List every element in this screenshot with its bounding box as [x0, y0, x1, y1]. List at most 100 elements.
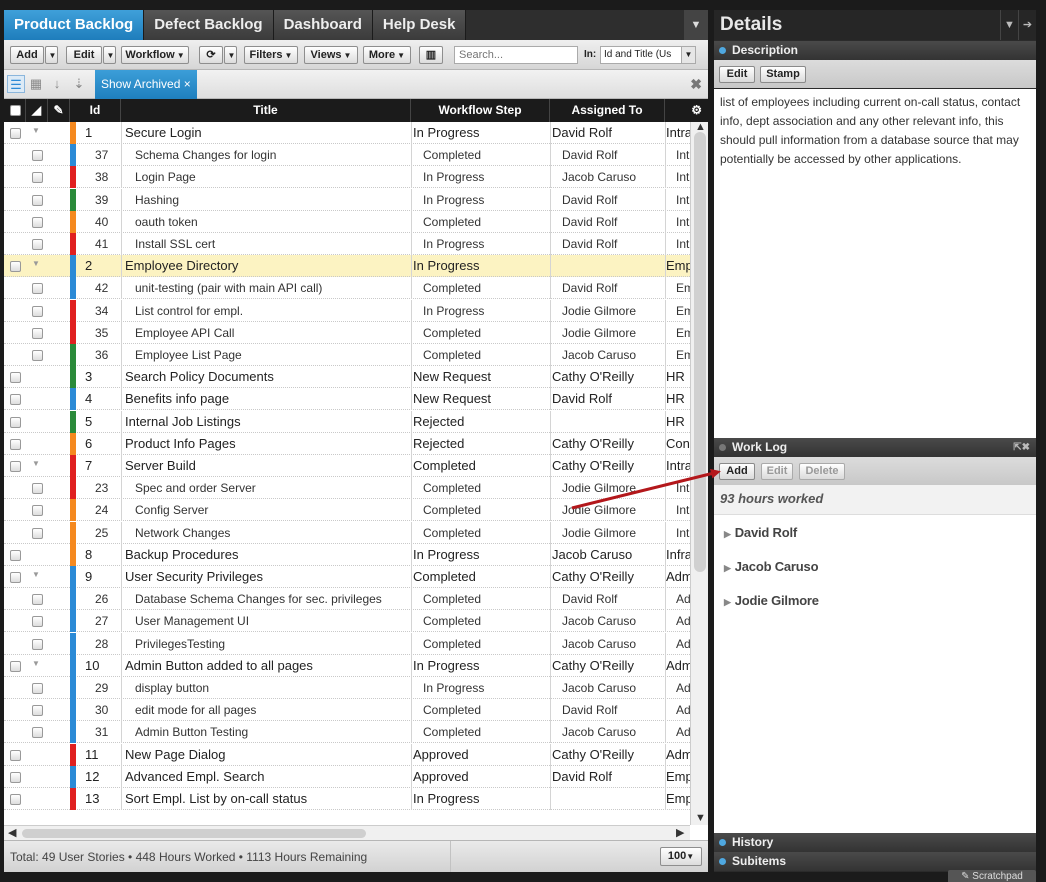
table-row[interactable]: 3 Search Policy Documents New Request Cathy… — [4, 366, 690, 389]
description-section-header[interactable]: Description — [714, 41, 1036, 60]
table-row[interactable]: 8 Backup Procedures In Progress Jacob Carus… — [4, 543, 690, 566]
row-checkbox[interactable] — [32, 350, 43, 361]
row-title[interactable]: Admin Button added to all pages — [125, 655, 407, 677]
expand-toggle-icon[interactable]: ▼ — [32, 570, 40, 579]
row-checkbox[interactable] — [10, 461, 21, 472]
edit-button[interactable]: Edit — [66, 46, 102, 64]
list-view-icon[interactable]: ☰ — [7, 75, 25, 93]
row-checkbox[interactable] — [32, 505, 43, 517]
search-input[interactable] — [454, 46, 578, 64]
table-row[interactable]: ▼ 2 Employee Directory In Progress Emp — [4, 255, 690, 278]
scroll-left-icon[interactable]: ◀ — [8, 826, 16, 839]
table-row[interactable]: ▼ 10 Admin Button added to all pages In Pro… — [4, 654, 690, 677]
table-row[interactable]: ▼ 7 Server Build Completed Cathy O'Reilly Int… — [4, 455, 690, 477]
row-checkbox[interactable] — [10, 394, 21, 406]
table-row[interactable]: 37 Schema Changes for login Completed David… — [4, 144, 690, 167]
search-scope-select[interactable]: Id and Title (Us ▼ — [600, 46, 696, 64]
chart-button[interactable]: ▥ — [419, 46, 443, 64]
close-icon[interactable]: ✖ — [690, 76, 702, 93]
worklog-delete-button[interactable]: Delete — [799, 463, 845, 480]
select-all-checkbox-cell[interactable] — [4, 99, 26, 122]
row-checkbox[interactable] — [32, 616, 43, 628]
column-header-workflow-step[interactable]: Workflow Step — [411, 99, 550, 122]
worklog-section-header[interactable]: Work Log ⇱✖ — [714, 438, 1036, 457]
filter-icon[interactable]: ▼ — [684, 10, 708, 40]
row-title[interactable]: Employee Directory — [125, 255, 407, 277]
row-title[interactable]: Employee List Page — [135, 344, 407, 366]
tab-help-desk[interactable]: Help Desk — [372, 10, 467, 40]
row-title[interactable]: oauth token — [135, 211, 407, 233]
workflow-button[interactable]: Workflow ▼ — [121, 46, 189, 64]
row-checkbox[interactable] — [32, 283, 43, 295]
row-title[interactable]: edit mode for all pages — [135, 699, 407, 721]
row-checkbox[interactable] — [32, 239, 43, 250]
table-row[interactable]: 23 Spec and order Server Completed Jodie Gi… — [4, 477, 690, 500]
row-checkbox[interactable] — [32, 705, 43, 717]
row-title[interactable]: Sort Empl. List by on-call status — [125, 788, 407, 810]
refresh-dropdown-button[interactable]: ▼ — [224, 46, 237, 64]
row-checkbox[interactable] — [10, 794, 21, 805]
tab-defect-backlog[interactable]: Defect Backlog — [144, 10, 274, 40]
grid-view-icon[interactable]: ▦ — [27, 75, 45, 93]
scroll-right-icon[interactable]: ▶ — [676, 826, 684, 839]
table-row[interactable]: 29 display button In Progress Jacob Caruso A… — [4, 677, 690, 699]
row-title[interactable]: Secure Login — [125, 122, 407, 144]
collapse-arrow-icon[interactable]: ➔ — [1018, 10, 1036, 40]
table-row[interactable]: 27 User Management UI Completed Jacob Carus… — [4, 610, 690, 633]
table-row[interactable]: 4 Benefits info page New Request David Rolf… — [4, 388, 690, 411]
table-row[interactable]: 6 Product Info Pages Rejected Cathy O'Reill… — [4, 432, 690, 455]
row-checkbox[interactable] — [32, 594, 43, 606]
sort-down-icon[interactable]: ↓ — [48, 75, 66, 93]
row-title[interactable]: Install SSL cert — [135, 233, 407, 255]
row-title[interactable]: Search Policy Documents — [125, 366, 407, 388]
table-row[interactable]: 24 Config Server Completed Jodie Gilmore Int — [4, 499, 690, 522]
row-title[interactable]: Network Changes — [135, 522, 407, 544]
filter-icon[interactable]: ▼ — [1000, 10, 1018, 40]
row-title[interactable]: Employee API Call — [135, 322, 407, 344]
expand-toggle-icon[interactable]: ▼ — [32, 259, 40, 268]
table-row[interactable]: 34 List control for empl. In Progress Jodie… — [4, 299, 690, 322]
scroll-down-icon[interactable]: ▼ — [695, 812, 706, 824]
table-row[interactable]: 35 Employee API Call Completed Jodie Gilmor… — [4, 321, 690, 344]
row-title[interactable]: Schema Changes for login — [135, 144, 407, 166]
history-section-header[interactable]: History — [714, 833, 1036, 852]
tab-product-backlog[interactable]: Product Backlog — [4, 10, 145, 40]
subitems-section-header[interactable]: Subitems — [714, 852, 1036, 871]
table-row[interactable]: 36 Employee List Page Completed Jacob Carus… — [4, 344, 690, 366]
worklog-person-david-rolf[interactable]: ▶ David Rolf — [724, 525, 797, 540]
row-checkbox[interactable] — [32, 194, 43, 206]
table-row[interactable]: 38 Login Page In Progress Jacob Caruso Int — [4, 166, 690, 189]
row-title[interactable]: Config Server — [135, 499, 407, 521]
table-row[interactable]: 11 New Page Dialog Approved Cathy O'Reilly A… — [4, 743, 690, 766]
table-row[interactable]: 42 unit-testing (pair with main API call)… — [4, 277, 690, 300]
table-row[interactable]: 40 oauth token Completed David Rolf Int — [4, 210, 690, 233]
table-row[interactable]: 12 Advanced Empl. Search Approved David Rol… — [4, 765, 690, 788]
horizontal-scrollbar[interactable]: ◀ ▶ — [4, 825, 690, 840]
table-row[interactable]: 39 Hashing In Progress David Rolf Int — [4, 188, 690, 211]
row-checkbox[interactable] — [10, 372, 21, 384]
column-settings-gear-icon[interactable]: ⚙ — [665, 99, 708, 122]
refresh-button[interactable]: ⟳ — [199, 46, 223, 64]
row-checkbox[interactable] — [32, 150, 43, 162]
table-row[interactable]: 25 Network Changes Completed Jodie Gilmore I… — [4, 521, 690, 544]
row-title[interactable]: PrivilegesTesting — [135, 633, 407, 655]
row-checkbox[interactable] — [32, 527, 43, 539]
row-checkbox[interactable] — [32, 727, 43, 739]
table-row[interactable]: 30 edit mode for all pages Completed David … — [4, 699, 690, 722]
table-row[interactable]: 13 Sort Empl. List by on-call status In Pr… — [4, 788, 690, 810]
vertical-scroll-thumb[interactable] — [694, 132, 706, 572]
attachment-icon[interactable]: ✎ — [48, 99, 70, 122]
row-checkbox[interactable] — [32, 305, 43, 317]
row-title[interactable]: Database Schema Changes for sec. privile… — [135, 588, 407, 610]
row-checkbox[interactable] — [32, 683, 43, 694]
worklog-person-jacob-caruso[interactable]: ▶ Jacob Caruso — [724, 559, 819, 574]
row-checkbox[interactable] — [10, 438, 21, 450]
hierarchy-icon[interactable]: ⇣ — [70, 75, 88, 93]
scratchpad-tab[interactable]: ✎ Scratchpad — [948, 870, 1036, 882]
row-title[interactable]: Spec and order Server — [135, 477, 407, 499]
edit-dropdown-button[interactable]: ▼ — [103, 46, 116, 64]
row-title[interactable]: Server Build — [125, 455, 407, 477]
table-row[interactable]: 31 Admin Button Testing Completed Jacob Car… — [4, 721, 690, 744]
table-row[interactable]: 41 Install SSL cert In Progress David Rolf I… — [4, 233, 690, 255]
row-title[interactable]: unit-testing (pair with main API call) — [135, 277, 407, 299]
